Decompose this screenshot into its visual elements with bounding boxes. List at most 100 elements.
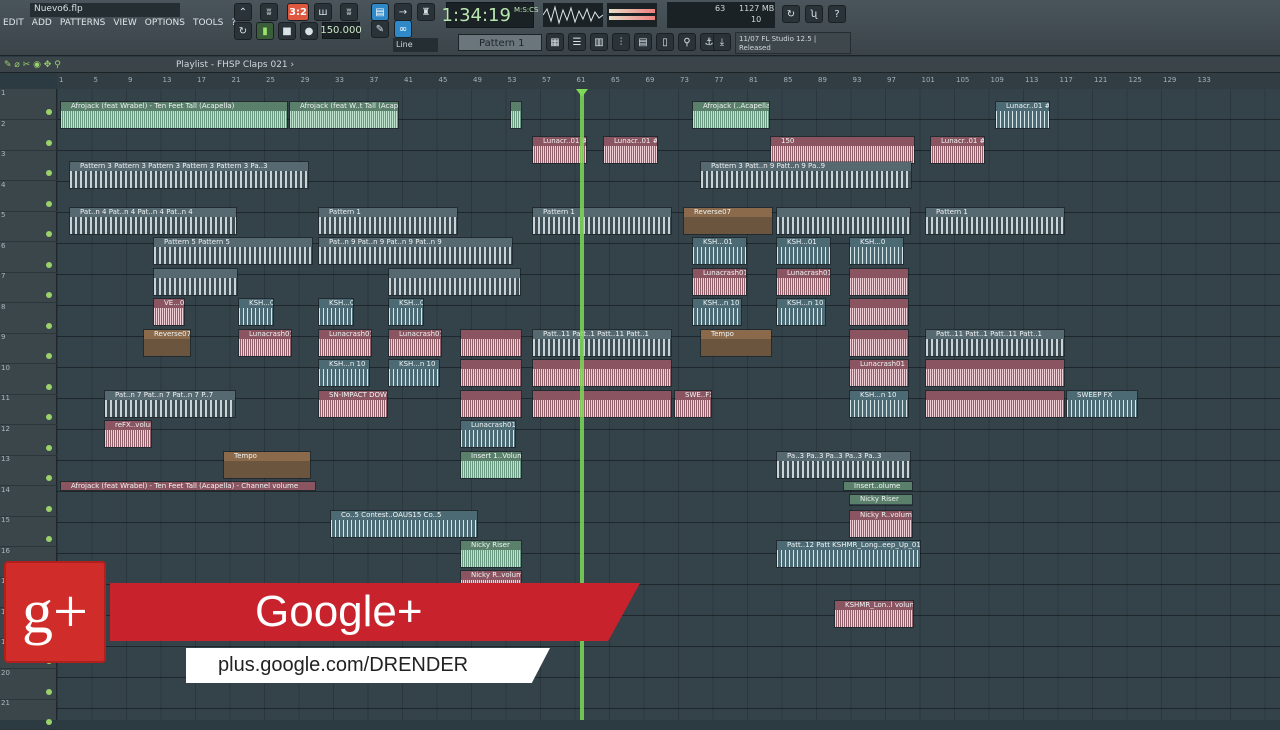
playlist-clip[interactable]: [776, 207, 911, 235]
track-header[interactable]: 8: [0, 303, 57, 334]
playlist-clip[interactable]: Lunacrash01: [849, 359, 909, 387]
browser-icon[interactable]: ▤: [634, 33, 652, 51]
playlist-clip[interactable]: 150: [770, 136, 915, 164]
track-mute-led-icon[interactable]: [46, 139, 52, 146]
playlist-clip[interactable]: Insert..olume: [843, 481, 913, 491]
playlist-clip[interactable]: [460, 390, 522, 418]
pattern-selector[interactable]: Pattern 1: [458, 34, 542, 51]
playlist-clip[interactable]: Lunacrash01: [460, 420, 516, 448]
track-mute-led-icon[interactable]: [46, 505, 52, 512]
playlist-clip[interactable]: SWE..FX: [674, 390, 712, 418]
playlist-clip[interactable]: KSH...01: [776, 237, 831, 265]
playlist-clip[interactable]: SN-IMPACT DOWN 9: [318, 390, 388, 418]
track-header[interactable]: 14: [0, 486, 57, 517]
track-header[interactable]: 10: [0, 364, 57, 395]
playlist-clip[interactable]: Pat..n 4 Pat..n 4 Pat..n 4 Pat..n 4: [69, 207, 237, 235]
playlist-clip[interactable]: Pattern 1: [925, 207, 1065, 235]
track-mute-led-icon[interactable]: [46, 231, 52, 237]
piano-roll-icon[interactable]: ▥: [590, 33, 608, 51]
plugin-icon[interactable]: ⚲: [678, 33, 696, 51]
playlist-clip[interactable]: Patt..12 Patt KSHMR_Long..eep_Up_01: [776, 540, 921, 568]
playlist-clip[interactable]: Co..5 Contest..OAUS15 Co..5: [330, 510, 478, 538]
track-mute-led-icon[interactable]: [46, 292, 52, 298]
pattern-length-display[interactable]: 3:2: [287, 3, 309, 21]
playlist-clip[interactable]: KSH...01: [692, 237, 747, 265]
news-panel[interactable]: 11/07 FL Studio 12.5 | Released: [735, 32, 851, 54]
playlist-clip[interactable]: [849, 298, 909, 326]
playlist-icon[interactable]: ▦: [546, 33, 564, 51]
playlist-clip[interactable]: Pa..3 Pa..3 Pa..3 Pa..3 Pa..3: [776, 451, 911, 479]
playlist-clip[interactable]: reFX..volume: [104, 420, 152, 448]
playlist-clip[interactable]: Lunacr..01 #2: [603, 136, 658, 164]
playlist-clip[interactable]: Nicky R..volume: [849, 510, 913, 538]
playlist-clip[interactable]: [153, 268, 238, 296]
track-header[interactable]: 1: [0, 89, 57, 120]
playlist-clip[interactable]: SWEEP FX: [1066, 390, 1138, 418]
step-edit-icon[interactable]: ш: [314, 3, 332, 21]
track-header[interactable]: 21: [0, 699, 57, 730]
playlist-clip[interactable]: Lunacrash01: [388, 329, 442, 357]
playlist-clip[interactable]: [460, 359, 522, 387]
playlist-clip[interactable]: [849, 329, 909, 357]
blend-icon[interactable]: ʬ: [340, 3, 358, 21]
playlist-clip[interactable]: Pat..n 9 Pat..n 9 Pat..n 9 Pat..n 9: [318, 237, 513, 265]
track-mute-led-icon[interactable]: [46, 383, 52, 390]
stop-icon[interactable]: ■: [278, 22, 296, 40]
playlist-clip[interactable]: Tempo: [223, 451, 311, 479]
playlist-clip[interactable]: Tempo: [700, 329, 772, 357]
track-mute-led-icon[interactable]: [46, 688, 52, 695]
refresh-icon[interactable]: ↻: [782, 5, 800, 23]
arrow-right-icon[interactable]: →: [394, 3, 412, 21]
track-mute-led-icon[interactable]: [46, 444, 52, 451]
record-icon[interactable]: ●: [300, 22, 318, 40]
playlist-clip[interactable]: KSH...01: [318, 298, 354, 326]
timeline-ruler[interactable]: 1 5 9 13 17 21 25 29 33 37 41 45 49 53 57 61 65 69 73 77 81 8…: [57, 73, 1280, 89]
mixer-icon[interactable]: ⫶: [612, 33, 630, 51]
playlist-clip[interactable]: Patt..11 Patt..1 Patt..11 Patt..1: [532, 329, 672, 357]
playlist-clip[interactable]: Patt..11 Patt..1 Patt..11 Patt..1: [925, 329, 1065, 357]
help-icon[interactable]: ?: [828, 5, 846, 23]
track-mute-led-icon[interactable]: [46, 200, 52, 207]
playlist-tools-icon[interactable]: ✎ ⌀ ✂ ◉ ✥ ⚲: [4, 60, 61, 70]
track-mute-led-icon[interactable]: [46, 109, 52, 115]
menu-options[interactable]: OPTIONS: [142, 18, 188, 32]
playlist-clip[interactable]: KSH...01: [238, 298, 274, 326]
track-header[interactable]: 7: [0, 272, 57, 303]
playlist-clip[interactable]: [388, 268, 521, 296]
microphone-icon[interactable]: ʯ: [805, 5, 823, 23]
playlist-clip[interactable]: [849, 268, 909, 296]
playlist-clip[interactable]: Lunacr..01 #2: [995, 101, 1050, 129]
playlist-clip[interactable]: [925, 359, 1065, 387]
menu-edit[interactable]: EDIT: [0, 18, 27, 32]
channel-rack-icon[interactable]: ☰: [568, 33, 586, 51]
playlist-clip[interactable]: KSH...n 10: [692, 298, 742, 326]
playlist-clip[interactable]: KSHMR_Lon..l volume: [834, 600, 914, 628]
metronome-icon[interactable]: ⌃: [234, 3, 252, 21]
playhead-marker-icon[interactable]: [576, 89, 588, 97]
track-header[interactable]: 3: [0, 150, 57, 181]
track-mute-led-icon[interactable]: [46, 353, 52, 359]
track-header[interactable]: 13: [0, 455, 57, 486]
menu-view[interactable]: VIEW: [110, 18, 139, 32]
pattern-song-toggle[interactable]: ▮: [256, 22, 274, 40]
playlist-clip[interactable]: Pattern 5 Pattern 5: [153, 237, 313, 265]
track-header[interactable]: 6: [0, 242, 57, 273]
playlist-clip[interactable]: Insert 1..Volume: [460, 451, 522, 479]
track-header[interactable]: 9: [0, 333, 57, 364]
playlist-clip[interactable]: KSH...n 10: [849, 390, 909, 418]
track-header[interactable]: 2: [0, 120, 57, 151]
playlist-clip[interactable]: Lunacr..01 #2: [930, 136, 985, 164]
playlist-clip[interactable]: KSH...n 10: [388, 359, 440, 387]
playlist-clip[interactable]: [460, 329, 522, 357]
playlist-clip[interactable]: Pattern 1: [318, 207, 458, 235]
track-mute-led-icon[interactable]: [46, 322, 52, 329]
playlist-clip[interactable]: [510, 101, 522, 129]
google-plus-url[interactable]: plus.google.com/DRENDER: [186, 648, 550, 683]
track-mute-led-icon[interactable]: [46, 414, 52, 420]
track-header[interactable]: 5: [0, 211, 57, 242]
track-mute-led-icon[interactable]: [46, 170, 52, 176]
link-icon[interactable]: ∞: [394, 20, 412, 38]
tempo-display[interactable]: 150.000: [320, 22, 362, 39]
playlist-clip[interactable]: Nicky Riser: [849, 494, 913, 506]
playlist-clip[interactable]: KSH...0: [849, 237, 904, 265]
